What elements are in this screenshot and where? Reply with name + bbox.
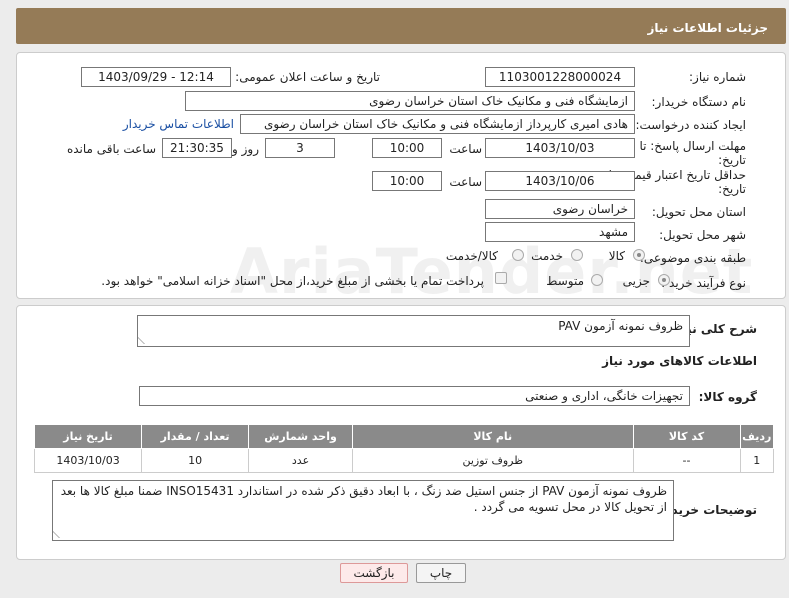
deadline-time-field: 10:00	[372, 138, 442, 158]
cell-unit: عدد	[248, 448, 353, 473]
days-label: روز و	[232, 142, 259, 156]
page-header: جزئیات اطلاعات نیاز	[16, 8, 786, 44]
creator-label: ایجاد کننده درخواست:	[635, 118, 746, 132]
column-header-unit: واحد شمارش	[248, 424, 353, 449]
cell-name: ظروف توزین	[351, 448, 634, 473]
description-text: ظروف نمونه آزمون PAV	[558, 319, 683, 333]
deadline-date-field: 1403/10/03	[485, 138, 635, 158]
goods-section-title: اطلاعات کالاهای مورد نیاز	[602, 354, 757, 368]
validity-time-field: 10:00	[372, 171, 442, 191]
process-radio-minor[interactable]	[658, 274, 670, 286]
category-radio-service[interactable]	[571, 249, 583, 261]
deadline-label: مهلت ارسال پاسخ: تا	[639, 139, 746, 153]
creator-field: هادی امیری کارپرداز ازمایشگاه فنی و مکان…	[240, 114, 635, 134]
category-radio-goods[interactable]	[633, 249, 645, 261]
buyer-contact-link[interactable]: اطلاعات تماس خریدار	[123, 117, 234, 131]
cell-date: 1403/10/03	[33, 448, 143, 473]
announce-field: 1403/09/29 - 12:14	[81, 67, 231, 87]
remaining-days-field: 3	[265, 138, 335, 158]
cell-quantity: 10	[141, 448, 250, 473]
category-option-goods-service: کالا/خدمت	[445, 249, 498, 263]
buyer-org-label: نام دستگاه خریدار:	[651, 95, 747, 109]
description-textarea[interactable]: ظروف نمونه آزمون PAV	[137, 315, 690, 347]
category-option-goods: کالا	[608, 249, 625, 263]
category-radio-goods-service[interactable]	[512, 249, 524, 261]
remaining-label: ساعت باقی مانده	[66, 142, 156, 156]
buyer-org-field: ازمایشگاه فنی و مکانیک خاک استان خراسان …	[185, 91, 635, 111]
process-label: نوع فرآیند خرید :	[661, 276, 746, 290]
process-option-minor: جزیی	[622, 274, 650, 288]
buyer-notes-text: ظروف نمونه آزمون PAV از جنس استیل ضد زنگ…	[60, 484, 667, 514]
category-label: طبقه بندی موضوعی:	[639, 251, 746, 265]
province-field: خراسان رضوی	[485, 199, 635, 219]
validity-time-label: ساعت	[449, 175, 482, 189]
need-number-label: شماره نیاز:	[689, 70, 746, 84]
deadline-time-label: ساعت	[449, 142, 482, 156]
print-button[interactable]: چاپ	[416, 563, 466, 583]
remaining-time-field: 21:30:35	[162, 138, 232, 158]
category-option-service: خدمت	[531, 249, 563, 263]
deadline-label-date: تاریخ:	[718, 153, 746, 167]
city-field: مشهد	[485, 222, 635, 242]
announce-label: تاریخ و ساعت اعلان عمومی:	[235, 70, 380, 84]
treasury-payment-checkbox[interactable]	[495, 272, 507, 284]
resize-grip-icon[interactable]	[53, 530, 67, 538]
province-label: استان محل تحویل:	[651, 205, 746, 219]
column-header-code: کد کالا	[632, 424, 741, 449]
validity-date-field: 1403/10/06	[485, 171, 635, 191]
column-header-date: تاریخ نیاز	[33, 424, 143, 449]
goods-table: ردیف کد کالا نام کالا واحد شمارش تعداد /…	[33, 424, 775, 473]
need-number-field: 1103001228000024	[485, 67, 635, 87]
column-header-row: ردیف	[739, 424, 775, 449]
buyer-notes-textarea[interactable]: ظروف نمونه آزمون PAV از جنس استیل ضد زنگ…	[52, 480, 674, 541]
validity-label-date: تاریخ:	[718, 182, 746, 196]
goods-group-label: گروه کالا:	[698, 390, 757, 404]
page-title: جزئیات اطلاعات نیاز	[647, 21, 768, 35]
column-header-quantity: تعداد / مقدار	[141, 424, 250, 449]
process-option-medium: متوسط	[546, 274, 584, 288]
process-radio-medium[interactable]	[591, 274, 603, 286]
goods-group-field: تجهیزات خانگی، اداری و صنعتی	[139, 386, 690, 406]
cell-row-number: 1	[739, 448, 775, 473]
resize-grip-icon[interactable]	[138, 336, 152, 344]
city-label: شهر محل تحویل:	[659, 228, 746, 242]
table-row: 1 -- ظروف توزین عدد 10 1403/10/03	[33, 448, 775, 473]
back-button[interactable]: بازگشت	[340, 563, 408, 583]
treasury-payment-note: پرداخت تمام یا بخشی از مبلغ خرید،از محل …	[101, 274, 484, 288]
cell-code: --	[632, 448, 741, 473]
column-header-name: نام کالا	[351, 424, 634, 449]
